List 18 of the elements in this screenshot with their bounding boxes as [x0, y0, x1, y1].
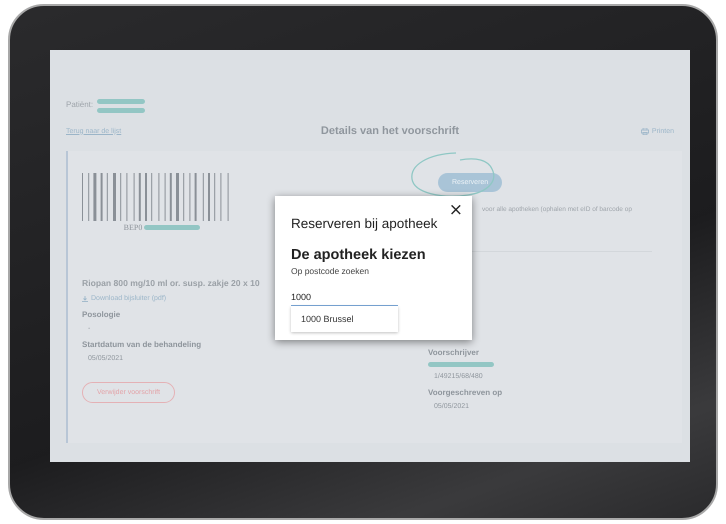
section-heading: De apotheek kiezen — [291, 247, 427, 263]
redaction-bar — [97, 99, 146, 104]
close-button[interactable]: × — [446, 202, 466, 219]
medication-name: Riopan 800 mg/10 ml or. susp. zakje 20 x 10 — [82, 278, 261, 288]
barcode-number: BEP0 — [124, 223, 142, 232]
page-title: Details van het voorschrift — [320, 125, 460, 137]
field-label: Posologie — [82, 310, 120, 319]
field-label: Op postcode zoeken — [291, 266, 370, 276]
field-label: Voorgeschreven op — [428, 388, 502, 397]
suggestion-item[interactable]: 1000 Brussel — [291, 306, 398, 332]
redaction-bar — [97, 108, 146, 113]
printer-icon — [640, 128, 649, 134]
field-label: Voorschrijver — [428, 348, 479, 357]
field-label: Startdatum van de behandeling — [82, 340, 202, 349]
patient-label: Patiënt: — [66, 100, 94, 109]
download-icon — [82, 296, 88, 302]
dialog-title: Reserveren bij apotheek — [291, 216, 438, 231]
redaction-bar — [144, 225, 200, 230]
